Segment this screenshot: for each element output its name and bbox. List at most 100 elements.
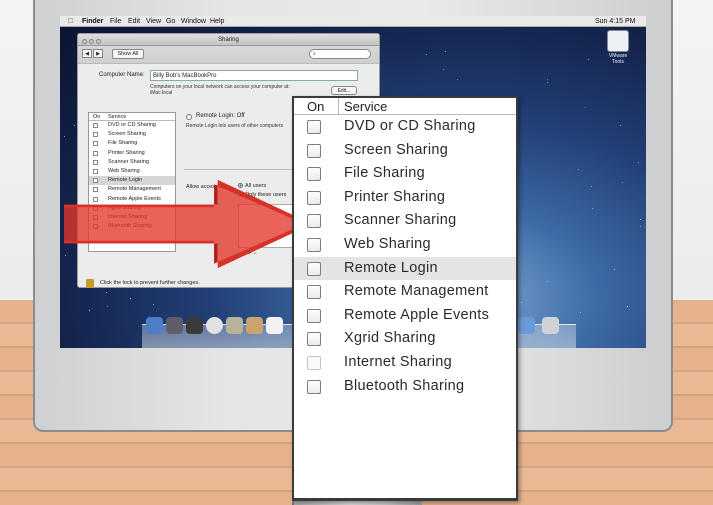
zoom-service-checkbox[interactable] (307, 285, 321, 300)
zoom-service-row[interactable]: Remote Management (294, 280, 516, 304)
apple-icon[interactable]:  (68, 16, 73, 27)
star (426, 54, 427, 55)
zoomed-service-list: On Service DVD or CD Sharing Screen Shari… (292, 96, 518, 501)
star (547, 82, 548, 83)
service-row[interactable]: Scanner Sharing (89, 158, 175, 167)
zoom-service-checkbox[interactable] (307, 355, 321, 370)
star (620, 125, 621, 126)
edit-button[interactable]: Edit... (331, 86, 357, 95)
zoom-service-row[interactable]: Screen Sharing (294, 139, 516, 163)
zoom-service-row[interactable]: Printer Sharing (294, 186, 516, 210)
zoom-service-row[interactable]: Scanner Sharing (294, 209, 516, 233)
remote-login-status: Remote Login: Off (196, 113, 245, 119)
finder-dock-icon[interactable] (146, 317, 163, 334)
zoom-service-row[interactable]: Remote Login (294, 256, 516, 281)
zoom-service-row[interactable]: File Sharing (294, 162, 516, 186)
service-row[interactable]: Remote Login (89, 176, 175, 186)
zoom-service-checkbox[interactable] (307, 214, 321, 229)
service-checkbox[interactable] (93, 178, 98, 184)
star (74, 125, 75, 126)
zoom-service-row[interactable]: Remote Apple Events (294, 304, 516, 328)
close-button[interactable] (82, 39, 87, 44)
zoom-service-checkbox[interactable] (307, 237, 321, 252)
show-all-button[interactable]: Show All (112, 49, 144, 59)
service-checkbox[interactable] (93, 196, 98, 202)
folder-dock-icon[interactable] (518, 317, 535, 334)
launchpad-dock-icon[interactable] (166, 317, 183, 334)
menu-file[interactable]: File (110, 16, 121, 27)
zoom-service-checkbox[interactable] (307, 261, 321, 276)
zoom-service-checkbox[interactable] (307, 120, 321, 134)
zoom-service-row[interactable]: Bluetooth Sharing (294, 375, 516, 399)
window-titlebar: Sharing (78, 34, 379, 46)
service-row[interactable]: Web Sharing (89, 167, 175, 176)
zoom-service-label: Scanner Sharing (344, 212, 457, 229)
menu-edit[interactable]: Edit (128, 16, 140, 27)
menu-window[interactable]: Window (181, 16, 206, 27)
service-checkbox[interactable] (93, 187, 98, 193)
star (640, 226, 641, 227)
service-label: DVD or CD Sharing (108, 122, 156, 128)
service-row[interactable]: Screen Sharing (89, 130, 175, 139)
zoom-service-row[interactable]: Web Sharing (294, 233, 516, 257)
star (445, 51, 446, 52)
zoom-list-header: On Service (294, 98, 516, 115)
mission-control-dock-icon[interactable] (186, 317, 203, 334)
computer-name-note: Computers on your local network can acce… (150, 84, 290, 96)
star (89, 310, 90, 311)
star (578, 169, 579, 170)
menu-clock[interactable]: Sun 4:15 PM (595, 16, 635, 27)
radio-all-users[interactable]: All users (238, 183, 266, 189)
service-row[interactable]: DVD or CD Sharing (89, 121, 175, 130)
minimize-button[interactable] (89, 39, 94, 44)
service-row[interactable]: Remote Management (89, 185, 175, 194)
forward-button[interactable]: ▶ (93, 49, 103, 58)
service-label: Remote Login (108, 177, 143, 184)
search-input[interactable]: ⌕ (309, 49, 371, 59)
back-button[interactable]: ◀ (82, 49, 92, 58)
computer-name-field[interactable]: Billy Bob's MacBookPro (150, 70, 358, 81)
zoom-service-row[interactable]: Xgrid Sharing (294, 327, 516, 351)
service-checkbox[interactable] (93, 132, 98, 138)
zoom-service-checkbox[interactable] (307, 167, 321, 182)
service-checkbox[interactable] (93, 123, 98, 128)
star (588, 59, 589, 60)
menu-view[interactable]: View (146, 16, 161, 27)
contacts-dock-icon[interactable] (246, 317, 263, 334)
lock-icon[interactable] (86, 279, 94, 288)
zoom-service-label: Xgrid Sharing (344, 330, 436, 347)
trash-dock-icon[interactable] (542, 317, 559, 334)
service-checkbox[interactable] (93, 159, 98, 165)
service-label: Screen Sharing (108, 131, 146, 138)
zoom-service-row[interactable]: DVD or CD Sharing (294, 115, 516, 139)
zoom-service-checkbox[interactable] (307, 143, 321, 158)
service-checkbox[interactable] (93, 168, 98, 174)
menu-finder[interactable]: Finder (82, 16, 103, 27)
service-row[interactable]: Remote Apple Events (89, 195, 175, 204)
zoom-button[interactable] (96, 39, 101, 44)
star (638, 162, 639, 163)
zoom-service-row[interactable]: Internet Sharing (294, 351, 516, 375)
vmware-tools-shortcut[interactable]: VMware Tools (603, 30, 633, 65)
mail-dock-icon[interactable] (226, 317, 243, 334)
calendar-dock-icon[interactable] (266, 317, 283, 334)
menu-go[interactable]: Go (166, 16, 175, 27)
service-label: Web Sharing (108, 167, 140, 174)
service-checkbox[interactable] (93, 141, 98, 147)
zoom-service-checkbox[interactable] (307, 379, 321, 394)
menu-help[interactable]: Help (210, 16, 224, 27)
zoom-service-checkbox[interactable] (307, 308, 321, 323)
service-row[interactable]: Printer Sharing (89, 149, 175, 158)
star (640, 219, 641, 220)
service-row[interactable]: File Sharing (89, 139, 175, 148)
computer-name-label: Computer Name: (99, 72, 145, 78)
radio-all-users-label: All users (245, 183, 267, 189)
zoom-service-checkbox[interactable] (307, 332, 321, 347)
zoom-service-checkbox[interactable] (307, 190, 321, 205)
safari-dock-icon[interactable] (206, 317, 223, 334)
star (547, 79, 548, 80)
star (627, 306, 628, 307)
window-toolbar: ◀ ▶ Show All ⌕ (78, 46, 379, 64)
service-checkbox[interactable] (93, 150, 98, 156)
star (592, 208, 593, 209)
